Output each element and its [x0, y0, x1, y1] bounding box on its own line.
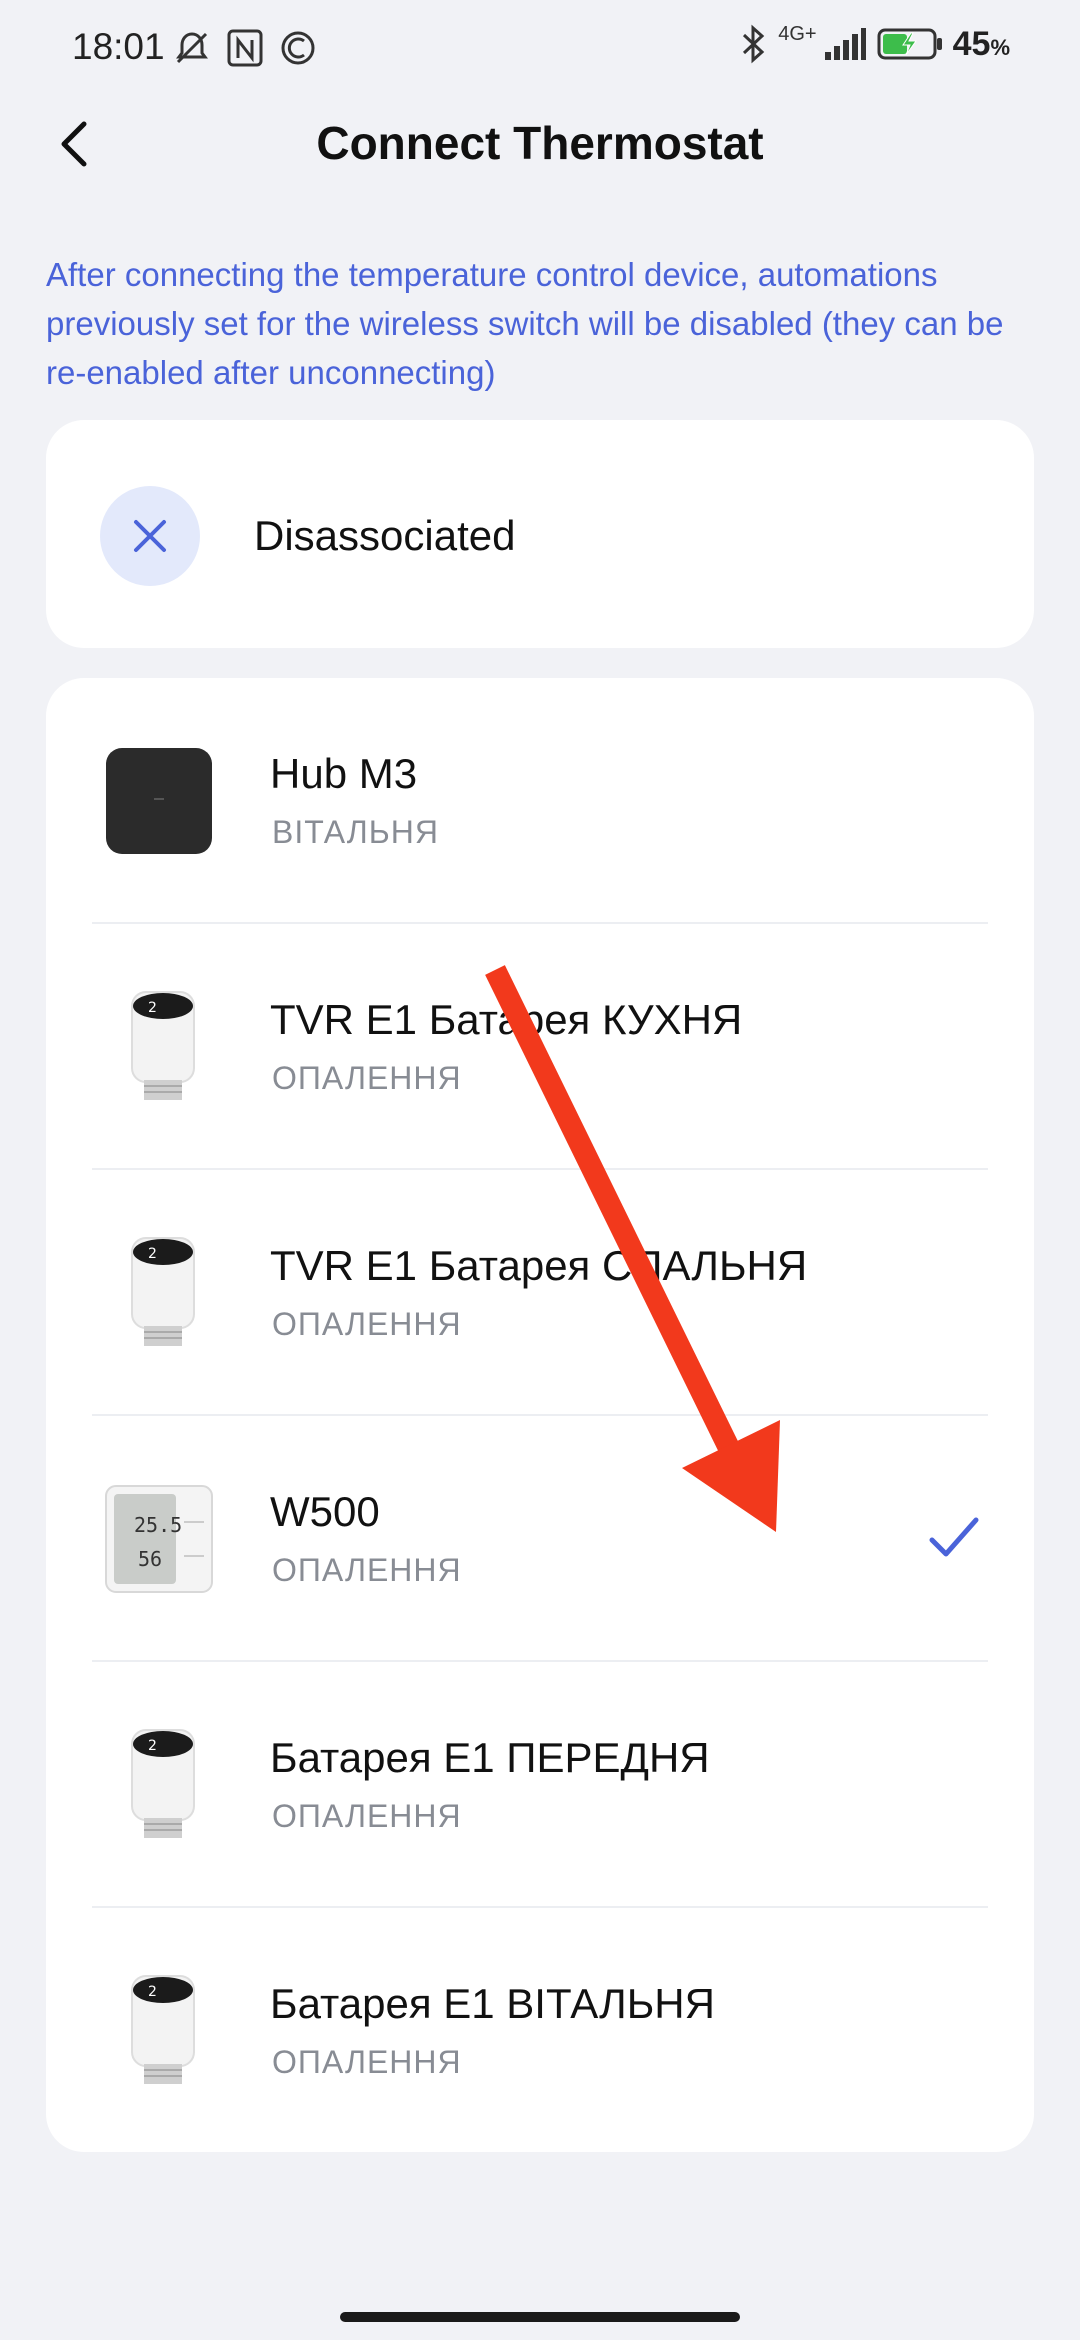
- disassociated-icon-circle: [100, 486, 200, 586]
- device-row-e1-living[interactable]: 2 Батарея Е1 ВІТАЛЬНЯ ОПАЛЕННЯ: [46, 1908, 1034, 2154]
- page-title: Connect Thermostat: [316, 117, 764, 169]
- device-row-w500[interactable]: 25.5 56 W500 ОПАЛЕННЯ: [46, 1416, 1034, 1662]
- device-list: Hub M3 ВІТАЛЬНЯ 2 TVR E1 Батарея КУХНЯ О…: [46, 678, 1034, 2152]
- device-room: ОПАЛЕННЯ: [272, 1060, 462, 1096]
- device-name: Батарея Е1 ПЕРЕДНЯ: [270, 1734, 710, 1781]
- home-indicator[interactable]: [340, 2312, 740, 2322]
- bluetooth-icon: [743, 24, 765, 64]
- device-row-e1-front[interactable]: 2 Батарея Е1 ПЕРЕДНЯ ОПАЛЕННЯ: [46, 1662, 1034, 1908]
- status-time: 18:01: [72, 26, 165, 67]
- signal-icon: [824, 28, 866, 60]
- battery-percent: 45%: [952, 24, 1010, 63]
- svg-text:2: 2: [148, 1738, 157, 1754]
- device-room: ОПАЛЕННЯ: [272, 2044, 462, 2080]
- device-row-tvr-kitchen[interactable]: 2 TVR E1 Батарея КУХНЯ ОПАЛЕННЯ: [46, 924, 1034, 1170]
- battery-icon: [877, 28, 942, 60]
- device-name: TVR E1 Батарея КУХНЯ: [270, 996, 743, 1043]
- svg-text:2: 2: [148, 1000, 157, 1016]
- checkmark-icon: [929, 1517, 979, 1557]
- w500-temp: 25.5: [134, 1513, 182, 1537]
- hub-icon: [106, 748, 212, 854]
- device-name: Hub M3: [270, 750, 418, 797]
- device-name: TVR E1 Батарея СПАЛЬНЯ: [270, 1242, 808, 1289]
- device-row-hub-m3[interactable]: Hub M3 ВІТАЛЬНЯ: [46, 678, 1034, 924]
- device-row-tvr-bedroom[interactable]: 2 TVR E1 Батарея СПАЛЬНЯ ОПАЛЕННЯ: [46, 1170, 1034, 1416]
- device-name: W500: [270, 1488, 380, 1535]
- device-room: ОПАЛЕННЯ: [272, 1552, 462, 1588]
- status-icons-left: [172, 28, 318, 68]
- status-icons-right: 4G+ 45%: [738, 22, 1010, 64]
- device-name: Батарея Е1 ВІТАЛЬНЯ: [270, 1980, 715, 2027]
- close-icon: [134, 520, 166, 552]
- device-room: ОПАЛЕННЯ: [272, 1798, 462, 1834]
- svg-text:2: 2: [148, 1984, 157, 2000]
- disassociated-option[interactable]: Disassociated: [46, 420, 1034, 648]
- thermostat-panel-icon: 25.5 56: [105, 1485, 213, 1593]
- radiator-valve-icon: 2: [131, 991, 195, 1100]
- radiator-valve-icon: 2: [131, 1729, 195, 1838]
- svg-text:2: 2: [148, 1246, 157, 1262]
- radiator-valve-icon: 2: [131, 1975, 195, 2084]
- header: Connect Thermostat: [0, 100, 1080, 190]
- nfc-icon: [227, 29, 263, 67]
- status-bar: 18:01 4G+ 45%: [0, 0, 1080, 100]
- sync-app-icon: [281, 31, 315, 65]
- radiator-valve-icon: 2: [131, 1237, 195, 1346]
- bell-muted-icon: [176, 32, 208, 64]
- disassociated-label: Disassociated: [254, 512, 516, 559]
- device-room: ОПАЛЕННЯ: [272, 1306, 462, 1342]
- w500-humidity: 56: [138, 1547, 162, 1571]
- network-type: 4G+: [778, 22, 817, 45]
- device-room: ВІТАЛЬНЯ: [272, 814, 439, 850]
- notice-text: After connecting the temperature control…: [46, 256, 1004, 391]
